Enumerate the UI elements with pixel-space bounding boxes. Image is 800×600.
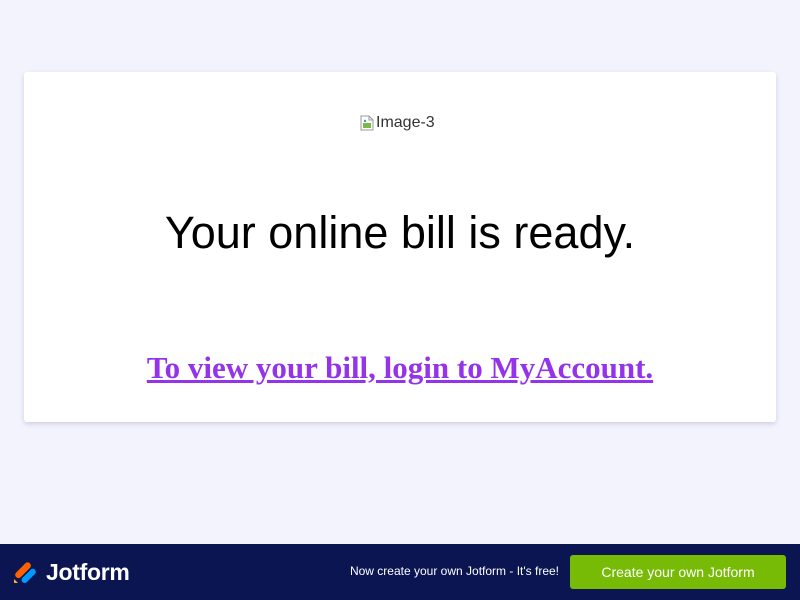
jotform-brand-name: Jotform bbox=[46, 558, 130, 585]
jotform-footer-banner: Jotform Now create your own Jotform - It… bbox=[0, 544, 800, 600]
login-link[interactable]: To view your bill, login to MyAccount. bbox=[147, 350, 653, 385]
broken-image-alt-text: Image-3 bbox=[376, 114, 435, 131]
broken-image-icon bbox=[360, 115, 374, 131]
create-jotform-button[interactable]: Create your own Jotform bbox=[570, 555, 786, 589]
promo-text: Now create your own Jotform - It's free! bbox=[349, 564, 559, 578]
login-link-container: To view your bill, login to MyAccount. bbox=[0, 348, 800, 388]
jotform-brand[interactable]: Jotform bbox=[13, 558, 130, 585]
headline: Your online bill is ready. bbox=[164, 207, 636, 258]
jotform-logo-icon bbox=[13, 560, 37, 584]
page: Image-3 Your online bill is ready. To vi… bbox=[0, 0, 800, 600]
broken-image: Image-3 bbox=[360, 113, 435, 133]
